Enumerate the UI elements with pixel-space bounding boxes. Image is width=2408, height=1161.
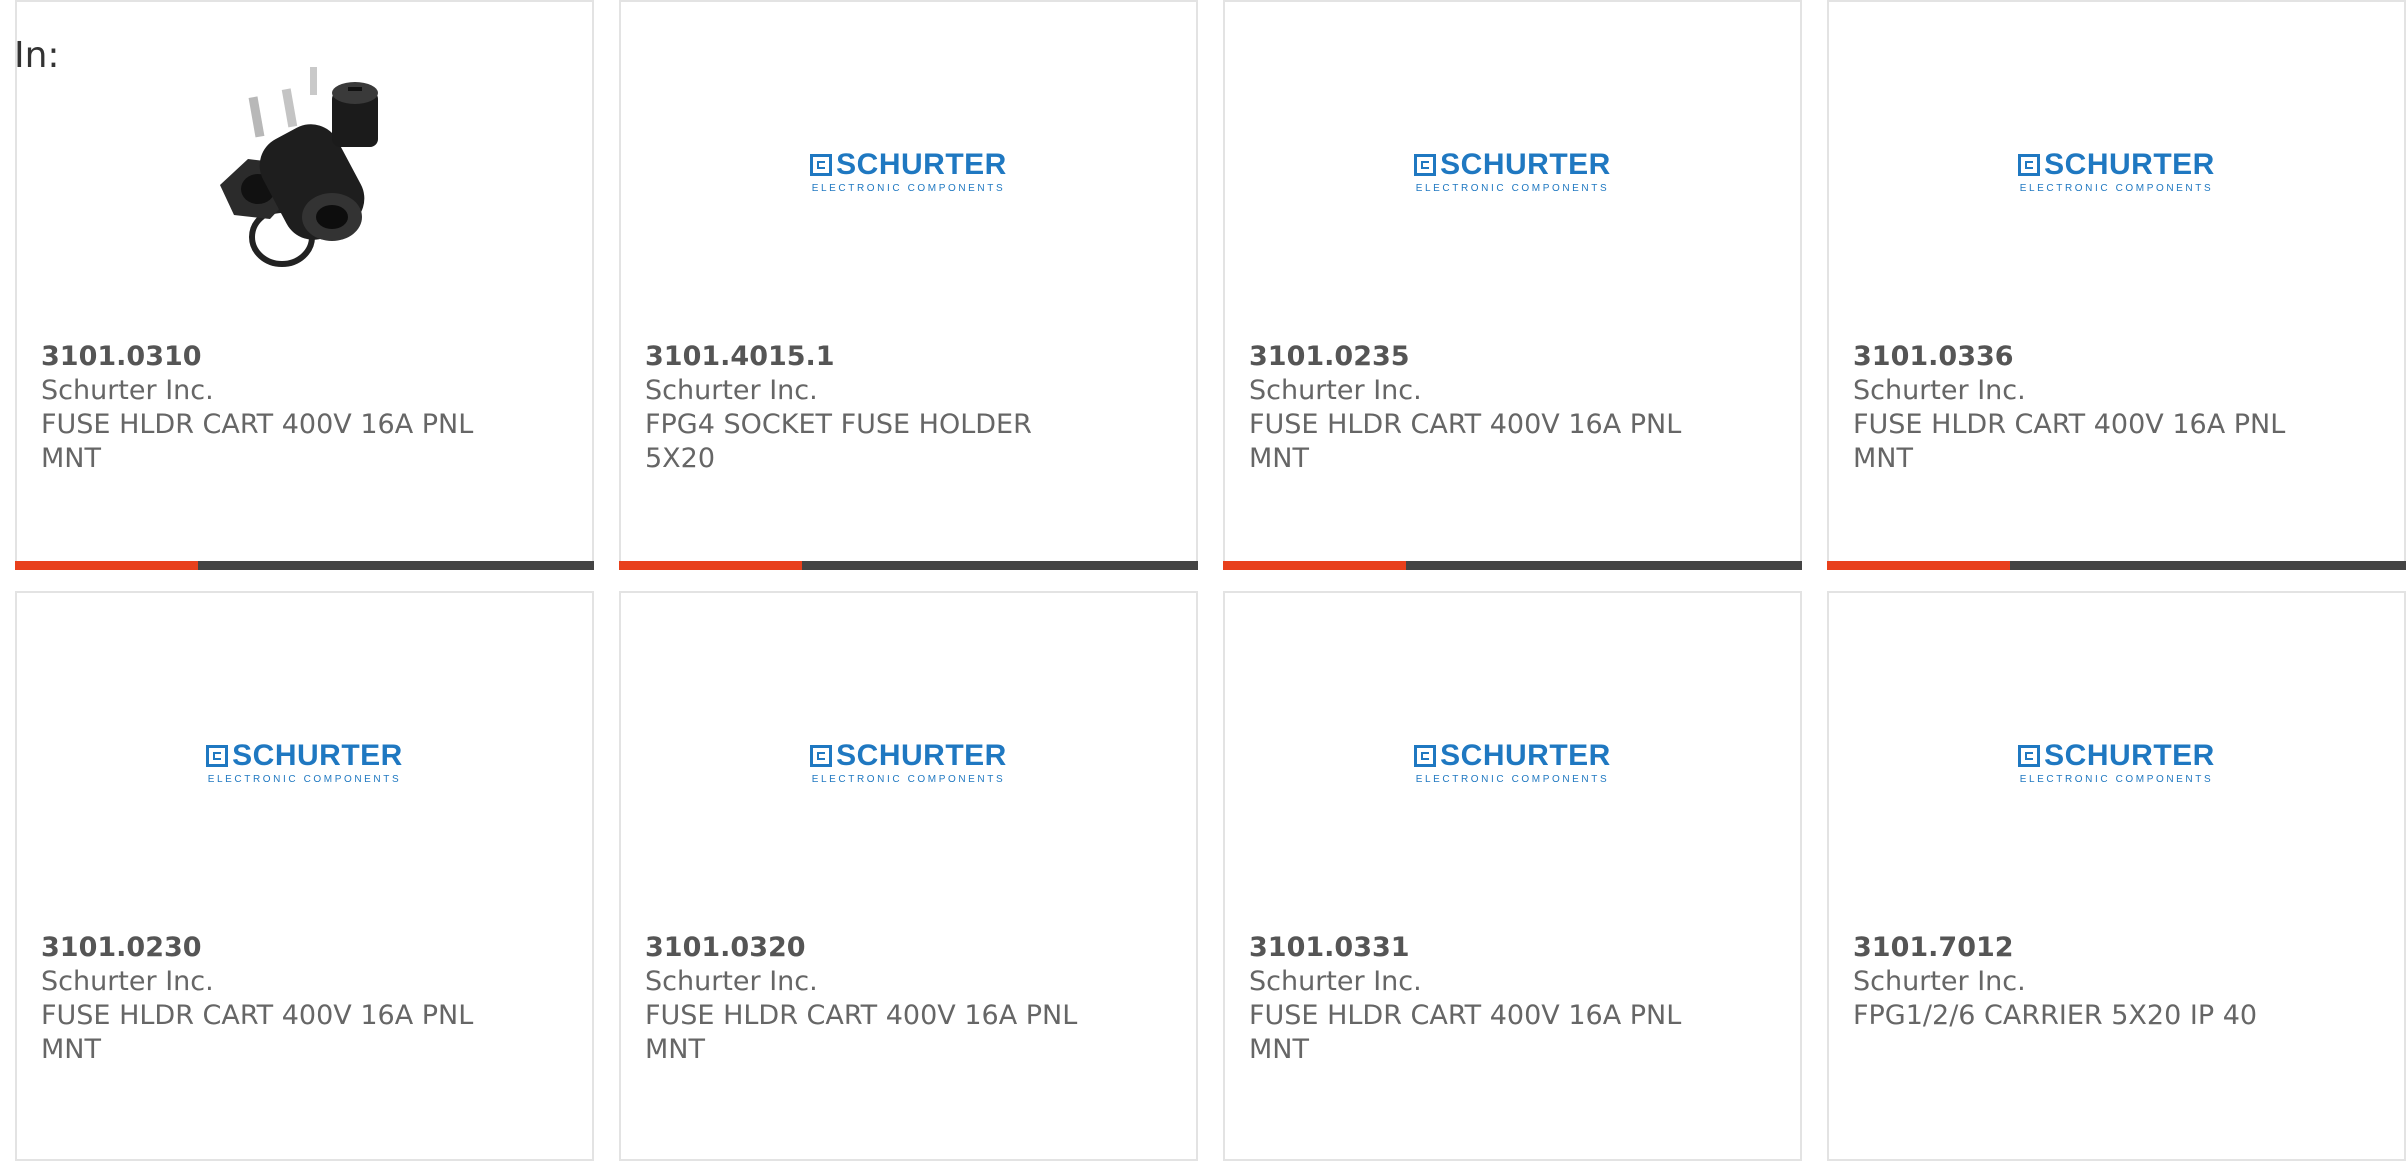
description-line1: FUSE HLDR CART 400V 16A PNL [1249,1000,1682,1031]
manufacturer: Schurter Inc. [645,375,818,406]
product-image[interactable]: SCHURTER ELECTRONIC COMPONENTS [17,653,592,873]
description-line1: FUSE HLDR CART 400V 16A PNL [645,1000,1078,1031]
logo-word: SCHURTER [232,738,403,772]
schurter-mark-icon [810,153,833,176]
schurter-mark-icon [1414,744,1437,767]
description-line2: MNT [1249,443,1309,474]
description-line2: MNT [41,1034,101,1065]
part-number-link[interactable]: 3101.0336 [1853,340,2293,374]
product-info: 3101.0320 Schurter Inc. FUSE HLDR CART 4… [645,931,1085,1067]
product-card[interactable]: SCHURTER ELECTRONIC COMPONENTS 3101.0235… [1223,0,1802,570]
manufacturer: Schurter Inc. [1853,966,2026,997]
part-number-link[interactable]: 3101.7012 [1853,931,2293,965]
fuse-holder-photo [219,67,378,267]
schurter-mark-icon [810,744,833,767]
description-line1: FUSE HLDR CART 400V 16A PNL [1249,409,1682,440]
part-number-link[interactable]: 3101.0230 [41,931,481,965]
logo-subtitle: ELECTRONIC COMPONENTS [811,182,1006,194]
product-info: 3101.0331 Schurter Inc. FUSE HLDR CART 4… [1249,931,1689,1067]
schurter-mark-icon [2018,153,2041,176]
description-line1: FUSE HLDR CART 400V 16A PNL [1853,409,2286,440]
logo-subtitle: ELECTRONIC COMPONENTS [811,773,1006,785]
logo-word: SCHURTER [1440,147,1611,181]
logo-word: SCHURTER [1440,738,1611,772]
product-card[interactable]: SCHURTER ELECTRONIC COMPONENTS 3101.0336… [1827,0,2406,570]
schurter-logo: SCHURTER ELECTRONIC COMPONENTS [810,147,1007,195]
product-image[interactable] [17,62,592,282]
product-image[interactable]: SCHURTER ELECTRONIC COMPONENTS [1829,62,2404,282]
product-card[interactable]: SCHURTER ELECTRONIC COMPONENTS 3101.0320… [619,591,1198,1161]
logo-word: SCHURTER [836,738,1007,772]
description-line2: MNT [1853,443,1913,474]
logo-subtitle: ELECTRONIC COMPONENTS [2019,182,2214,194]
product-card[interactable]: SCHURTER ELECTRONIC COMPONENTS 3101.7012… [1827,591,2406,1161]
manufacturer: Schurter Inc. [1249,966,1422,997]
schurter-logo: SCHURTER ELECTRONIC COMPONENTS [1414,147,1611,195]
product-image[interactable]: SCHURTER ELECTRONIC COMPONENTS [1225,62,1800,282]
product-image[interactable]: SCHURTER ELECTRONIC COMPONENTS [1225,653,1800,873]
part-number-link[interactable]: 3101.0320 [645,931,1085,965]
description-line1: FUSE HLDR CART 400V 16A PNL [41,1000,474,1031]
in-label: In: [14,35,60,76]
card-bar [1223,561,1802,570]
card-bar-accent [1223,561,1406,570]
product-info: 3101.0336 Schurter Inc. FUSE HLDR CART 4… [1853,340,2293,476]
manufacturer: Schurter Inc. [1853,375,2026,406]
logo-word: SCHURTER [836,147,1007,181]
card-bar [1827,561,2406,570]
description-line2: MNT [1249,1034,1309,1065]
schurter-mark-icon [2018,744,2041,767]
manufacturer: Schurter Inc. [41,375,214,406]
logo-subtitle: ELECTRONIC COMPONENTS [1415,182,1610,194]
schurter-logo: SCHURTER ELECTRONIC COMPONENTS [2018,738,2215,786]
product-info: 3101.0310 Schurter Inc. FUSE HLDR CART 4… [41,340,481,476]
schurter-logo: SCHURTER ELECTRONIC COMPONENTS [206,738,403,786]
card-bar-accent [1827,561,2010,570]
schurter-logo: SCHURTER ELECTRONIC COMPONENTS [810,738,1007,786]
product-card[interactable]: 3101.0310 Schurter Inc. FUSE HLDR CART 4… [15,0,594,570]
product-image[interactable]: SCHURTER ELECTRONIC COMPONENTS [1829,653,2404,873]
product-info: 3101.7012 Schurter Inc. FPG1/2/6 CARRIER… [1853,931,2293,1033]
schurter-mark-icon [206,744,229,767]
card-bar-accent [619,561,802,570]
part-number-link[interactable]: 3101.4015.1 [645,340,1085,374]
part-number-link[interactable]: 3101.0310 [41,340,481,374]
description-line1: FPG1/2/6 CARRIER 5X20 IP 40 [1853,1000,2258,1031]
description-line1: FPG4 SOCKET FUSE HOLDER [645,409,1032,440]
logo-word: SCHURTER [2044,738,2215,772]
description-line2: MNT [645,1034,705,1065]
manufacturer: Schurter Inc. [645,966,818,997]
product-card[interactable]: SCHURTER ELECTRONIC COMPONENTS 3101.0230… [15,591,594,1161]
card-bar-accent [15,561,198,570]
description-line2: MNT [41,443,101,474]
schurter-logo: SCHURTER ELECTRONIC COMPONENTS [1414,738,1611,786]
schurter-mark-icon [1414,153,1437,176]
product-info: 3101.0235 Schurter Inc. FUSE HLDR CART 4… [1249,340,1689,476]
product-image[interactable]: SCHURTER ELECTRONIC COMPONENTS [621,653,1196,873]
description-line2: 5X20 [645,443,716,474]
card-bar [619,561,1198,570]
product-info: 3101.0230 Schurter Inc. FUSE HLDR CART 4… [41,931,481,1067]
logo-word: SCHURTER [2044,147,2215,181]
part-number-link[interactable]: 3101.0235 [1249,340,1689,374]
part-number-link[interactable]: 3101.0331 [1249,931,1689,965]
product-image[interactable]: SCHURTER ELECTRONIC COMPONENTS [621,62,1196,282]
manufacturer: Schurter Inc. [1249,375,1422,406]
logo-subtitle: ELECTRONIC COMPONENTS [2019,773,2214,785]
manufacturer: Schurter Inc. [41,966,214,997]
description-line1: FUSE HLDR CART 400V 16A PNL [41,409,474,440]
product-card[interactable]: SCHURTER ELECTRONIC COMPONENTS 3101.0331… [1223,591,1802,1161]
card-bar [15,561,594,570]
product-info: 3101.4015.1 Schurter Inc. FPG4 SOCKET FU… [645,340,1085,476]
product-card[interactable]: SCHURTER ELECTRONIC COMPONENTS 3101.4015… [619,0,1198,570]
logo-subtitle: ELECTRONIC COMPONENTS [207,773,402,785]
logo-subtitle: ELECTRONIC COMPONENTS [1415,773,1610,785]
schurter-logo: SCHURTER ELECTRONIC COMPONENTS [2018,147,2215,195]
